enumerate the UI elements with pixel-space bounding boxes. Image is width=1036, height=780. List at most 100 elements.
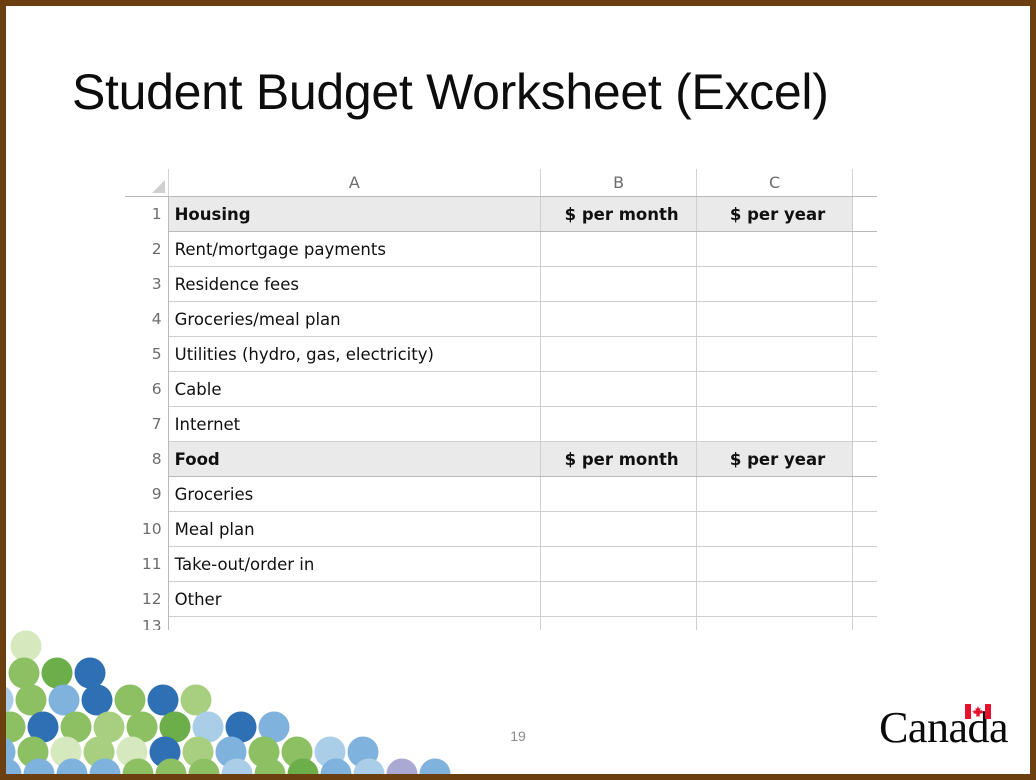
table-row[interactable]: 8 Food $ per month $ per year [125, 441, 877, 477]
row-header-3[interactable]: 3 [125, 266, 169, 302]
cell-b[interactable] [540, 301, 698, 337]
cell-d[interactable] [852, 196, 877, 232]
cell-d[interactable] [852, 336, 877, 372]
cell-a[interactable]: Internet [168, 406, 542, 442]
cell-c[interactable] [696, 546, 853, 582]
row-header-4[interactable]: 4 [125, 301, 169, 337]
cell-b[interactable] [540, 231, 698, 267]
cell-b[interactable] [540, 266, 698, 302]
cell-d[interactable] [852, 231, 877, 267]
decorative-dot [81, 684, 113, 716]
decorative-dot [320, 758, 352, 774]
cell-a[interactable]: Food [168, 441, 542, 477]
row-header-10[interactable]: 10 [125, 511, 169, 547]
row-header-5[interactable]: 5 [125, 336, 169, 372]
row-header-12[interactable]: 12 [125, 581, 169, 617]
cell-c[interactable] [696, 336, 853, 372]
table-row[interactable]: 1 Housing $ per month $ per year [125, 196, 877, 232]
worksheet-body: 1 Housing $ per month $ per year 2 Rent/mortg… [125, 196, 877, 630]
cell-b[interactable] [540, 476, 698, 512]
table-row[interactable]: 4 Groceries/meal plan [125, 301, 877, 337]
table-row[interactable]: 12 Other [125, 581, 877, 617]
decorative-dot [15, 684, 47, 716]
table-row[interactable]: 5 Utilities (hydro, gas, electricity) [125, 336, 877, 372]
decorative-dot [48, 684, 80, 716]
cell-d[interactable] [852, 441, 877, 477]
decorative-dot [180, 684, 212, 716]
cell-d[interactable] [852, 266, 877, 302]
slide-content: Student Budget Worksheet (Excel) A B C 1… [6, 6, 1030, 774]
cell-d[interactable] [852, 406, 877, 442]
cell-a[interactable]: Other [168, 581, 542, 617]
cell-a[interactable]: Meal plan [168, 511, 542, 547]
cell-c[interactable] [696, 266, 853, 302]
cell-b[interactable] [540, 371, 698, 407]
table-row[interactable]: 10 Meal plan [125, 511, 877, 547]
row-header-6[interactable]: 6 [125, 371, 169, 407]
row-header-7[interactable]: 7 [125, 406, 169, 442]
cell-d[interactable] [852, 371, 877, 407]
decorative-dot [386, 758, 418, 774]
cell-a[interactable]: Housing [168, 196, 542, 232]
cell-b[interactable] [540, 406, 698, 442]
column-header-d[interactable] [852, 169, 877, 197]
cell-b[interactable] [540, 546, 698, 582]
table-row[interactable]: 3 Residence fees [125, 266, 877, 302]
cell-d[interactable] [852, 581, 877, 617]
cell-d[interactable] [852, 476, 877, 512]
cell-a[interactable] [168, 616, 542, 630]
cell-a[interactable]: Groceries [168, 476, 542, 512]
table-row[interactable]: 6 Cable [125, 371, 877, 407]
cell-b[interactable] [540, 336, 698, 372]
select-all-corner[interactable] [125, 169, 169, 197]
spreadsheet-grid[interactable]: A B C 1 Housing $ per month $ per year 2 Rent… [125, 169, 877, 630]
table-row[interactable]: 13 [125, 616, 877, 630]
cell-c[interactable] [696, 406, 853, 442]
cell-b[interactable]: $ per month [540, 441, 698, 477]
table-row[interactable]: 7 Internet [125, 406, 877, 442]
cell-c[interactable] [696, 476, 853, 512]
cell-b[interactable] [540, 616, 698, 630]
cell-a[interactable]: Utilities (hydro, gas, electricity) [168, 336, 542, 372]
row-header-13[interactable]: 13 [125, 616, 169, 630]
decorative-dot [8, 657, 40, 689]
row-header-11[interactable]: 11 [125, 546, 169, 582]
decorative-dot [287, 758, 319, 774]
row-header-1[interactable]: 1 [125, 196, 169, 232]
cell-c[interactable] [696, 231, 853, 267]
cell-c[interactable] [696, 301, 853, 337]
cell-d[interactable] [852, 511, 877, 547]
cell-a[interactable]: Take-out/order in [168, 546, 542, 582]
decorative-dot [114, 684, 146, 716]
cell-a[interactable]: Residence fees [168, 266, 542, 302]
column-header-b[interactable]: B [540, 169, 698, 197]
page-number: 19 [510, 728, 526, 744]
row-header-8[interactable]: 8 [125, 441, 169, 477]
cell-d[interactable] [852, 301, 877, 337]
cell-c[interactable] [696, 581, 853, 617]
row-header-9[interactable]: 9 [125, 476, 169, 512]
cell-d[interactable] [852, 546, 877, 582]
cell-c[interactable]: $ per year [696, 196, 853, 232]
cell-b[interactable] [540, 581, 698, 617]
cell-a[interactable]: Groceries/meal plan [168, 301, 542, 337]
column-header-c[interactable]: C [696, 169, 853, 197]
cell-c[interactable] [696, 616, 853, 630]
cell-d[interactable] [852, 616, 877, 630]
table-row[interactable]: 9 Groceries [125, 476, 877, 512]
table-row[interactable]: 11 Take-out/order in [125, 546, 877, 582]
cell-c[interactable]: $ per year [696, 441, 853, 477]
cell-c[interactable] [696, 371, 853, 407]
canada-wordmark: Canada [879, 704, 1008, 752]
column-header-a[interactable]: A [168, 169, 542, 197]
cell-c[interactable] [696, 511, 853, 547]
cell-a[interactable]: Cable [168, 371, 542, 407]
row-header-2[interactable]: 2 [125, 231, 169, 267]
table-row[interactable]: 2 Rent/mortgage payments [125, 231, 877, 267]
cell-b[interactable]: $ per month [540, 196, 698, 232]
decorative-dot [23, 758, 55, 774]
cell-a[interactable]: Rent/mortgage payments [168, 231, 542, 267]
decorative-dot [353, 758, 385, 774]
cell-b[interactable] [540, 511, 698, 547]
worksheet-table[interactable]: A B C 1 Housing $ per month $ per year 2 Rent… [125, 169, 877, 630]
